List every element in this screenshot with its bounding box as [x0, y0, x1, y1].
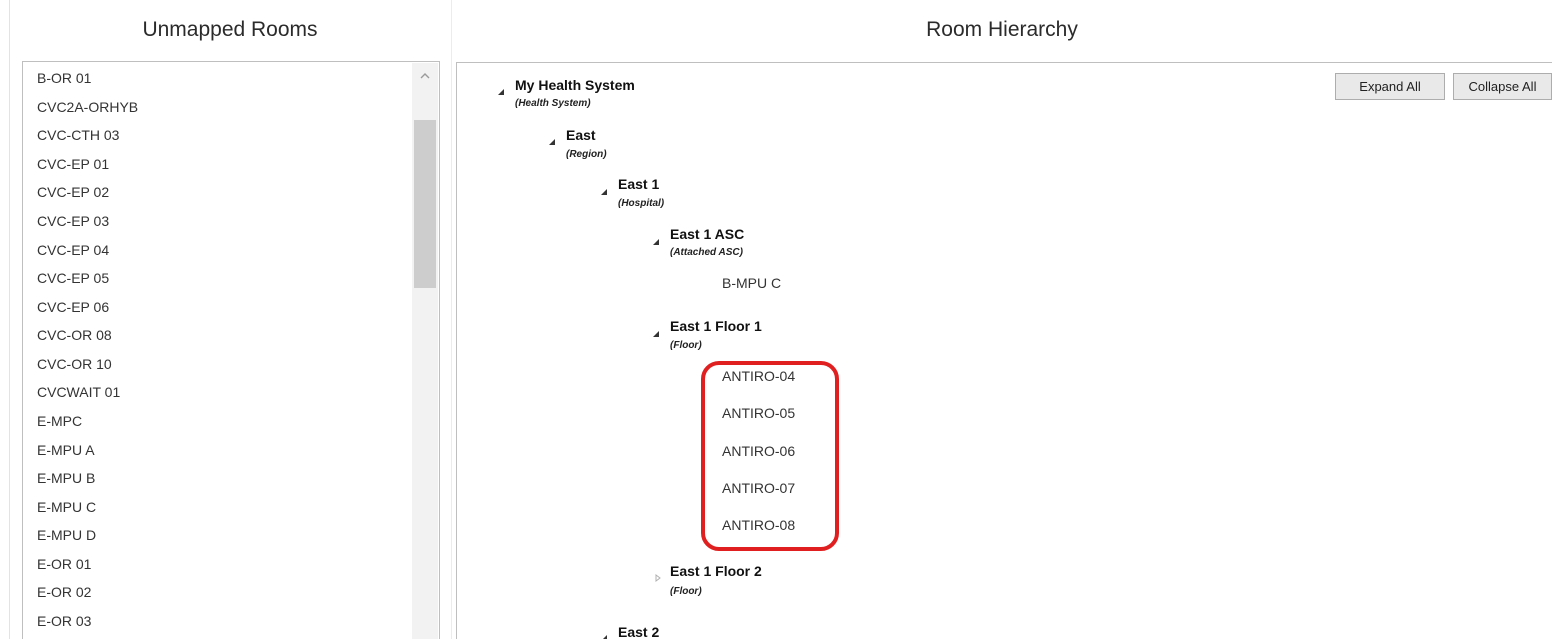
- list-item[interactable]: E-OR 02: [37, 584, 91, 600]
- collapse-all-button[interactable]: Collapse All: [1453, 73, 1552, 100]
- tree-node-east1-asc[interactable]: East 1 ASC: [670, 226, 744, 242]
- tree-node-type: (Region): [566, 149, 607, 160]
- room-hierarchy-tree: [456, 62, 1552, 639]
- expanded-triangle-icon[interactable]: [600, 634, 608, 639]
- expanded-triangle-icon[interactable]: [600, 188, 608, 196]
- panel-divider: [451, 0, 452, 639]
- tree-room-item[interactable]: B-MPU C: [722, 275, 781, 291]
- collapsed-triangle-icon[interactable]: [654, 574, 662, 582]
- list-item[interactable]: CVC-EP 06: [37, 299, 109, 315]
- list-item[interactable]: CVC-EP 05: [37, 270, 109, 286]
- list-item[interactable]: CVC-EP 02: [37, 184, 109, 200]
- tree-node-type: (Health System): [515, 98, 591, 109]
- list-item[interactable]: CVC-EP 03: [37, 213, 109, 229]
- scrollbar-thumb[interactable]: [414, 120, 436, 288]
- list-item[interactable]: E-MPU A: [37, 442, 95, 458]
- list-item[interactable]: B-OR 01: [37, 70, 91, 86]
- list-item[interactable]: E-MPC: [37, 413, 82, 429]
- list-item[interactable]: CVC-OR 08: [37, 327, 112, 343]
- expanded-triangle-icon[interactable]: [497, 88, 505, 96]
- unmapped-rooms-list[interactable]: B-OR 01 CVC2A-ORHYB CVC-CTH 03 CVC-EP 01…: [22, 61, 440, 639]
- list-item[interactable]: E-MPU B: [37, 470, 95, 486]
- expanded-triangle-icon[interactable]: [652, 238, 660, 246]
- window-left-edge: [0, 0, 10, 639]
- tree-node-east1[interactable]: East 1: [618, 176, 659, 192]
- list-item[interactable]: CVC-EP 01: [37, 156, 109, 172]
- tree-node-east[interactable]: East: [566, 127, 596, 143]
- expanded-triangle-icon[interactable]: [652, 330, 660, 338]
- list-item[interactable]: CVC-CTH 03: [37, 127, 119, 143]
- expand-all-button[interactable]: Expand All: [1335, 73, 1445, 100]
- expanded-triangle-icon[interactable]: [548, 138, 556, 146]
- tree-node-type: (Floor): [670, 586, 702, 597]
- tree-node-east1-floor1[interactable]: East 1 Floor 1: [670, 318, 762, 334]
- tree-node-type: (Attached ASC): [670, 247, 743, 258]
- list-item[interactable]: CVCWAIT 01: [37, 384, 120, 400]
- room-hierarchy-title: Room Hierarchy: [926, 18, 1078, 41]
- highlight-annotation: [701, 361, 839, 551]
- list-item[interactable]: E-OR 03: [37, 613, 91, 629]
- tree-node-health-system[interactable]: My Health System: [515, 77, 635, 93]
- unmapped-rooms-title: Unmapped Rooms: [142, 18, 318, 41]
- list-item[interactable]: E-MPU C: [37, 499, 96, 515]
- list-item[interactable]: CVC-OR 10: [37, 356, 112, 372]
- list-item[interactable]: E-OR 01: [37, 556, 91, 572]
- list-item[interactable]: CVC-EP 04: [37, 242, 109, 258]
- tree-node-east1-floor2[interactable]: East 1 Floor 2: [670, 563, 762, 579]
- tree-node-east2[interactable]: East 2: [618, 624, 659, 639]
- tree-node-type: (Hospital): [618, 198, 665, 209]
- chevron-up-icon[interactable]: [418, 70, 432, 82]
- list-item[interactable]: CVC2A-ORHYB: [37, 99, 138, 115]
- tree-node-type: (Floor): [670, 340, 702, 351]
- list-item[interactable]: E-MPU D: [37, 527, 96, 543]
